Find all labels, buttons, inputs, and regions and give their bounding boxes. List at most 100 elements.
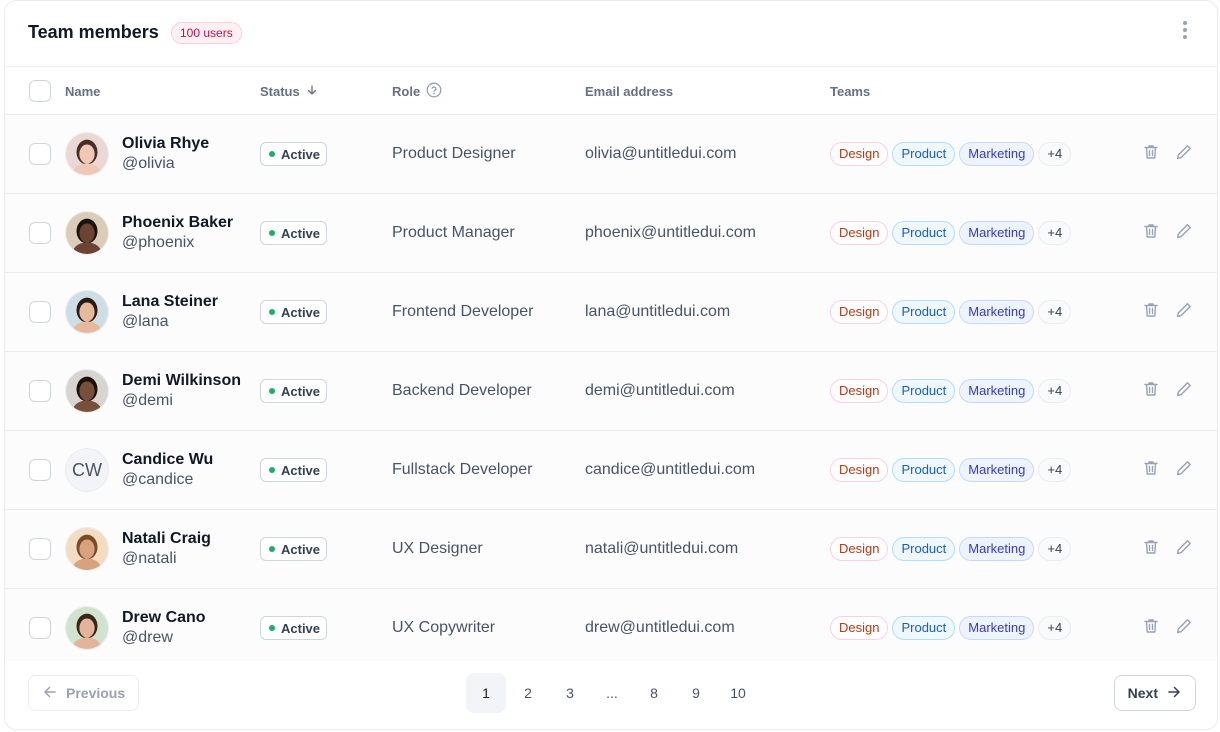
status-dot [269, 309, 275, 315]
table-row[interactable]: Drew Cano @drew Active UX Copywriter drew@un… [5, 589, 1217, 668]
teams-cell: Design Product Marketing +4 [830, 115, 1075, 193]
user-cell: CW Candice Wu @candice [65, 431, 213, 509]
more-options-button[interactable] [1177, 19, 1193, 41]
row-checkbox[interactable] [29, 538, 51, 560]
email-cell: drew@untitledui.com [585, 589, 735, 667]
table-row[interactable]: Phoenix Baker @phoenix Active Product Manag… [5, 194, 1217, 273]
status-badge: Active [260, 458, 328, 482]
role-cell: Product Designer [392, 115, 516, 193]
actions-cell [1139, 194, 1196, 272]
table-row[interactable]: CW Candice Wu @candice Active Fullstack Deve… [5, 431, 1217, 510]
edit-button[interactable] [1172, 616, 1196, 640]
avatar [65, 211, 109, 255]
page-number[interactable]: 10 [718, 673, 758, 713]
status-cell: Active [260, 115, 328, 193]
team-tag-design: Design [830, 616, 889, 640]
role-text: Fullstack Developer [392, 461, 533, 478]
user-cell: Drew Cano @drew [65, 589, 206, 667]
avatar [65, 369, 109, 413]
status-dot [269, 388, 275, 394]
status-cell: Active [260, 431, 328, 509]
delete-button[interactable] [1139, 379, 1163, 403]
team-tag-marketing: Marketing [959, 616, 1035, 640]
row-checkbox[interactable] [29, 143, 51, 165]
user-handle: @candice [122, 471, 194, 488]
column-teams[interactable]: Teams [830, 67, 870, 115]
delete-button[interactable] [1139, 142, 1163, 166]
column-status[interactable]: Status [260, 67, 318, 115]
team-tag-more: +4 [1038, 221, 1072, 245]
page-number[interactable]: 8 [634, 673, 674, 713]
role-text: Product Designer [392, 145, 516, 162]
pencil-icon [1175, 143, 1193, 166]
role-text: Frontend Developer [392, 303, 534, 320]
avatar [65, 606, 109, 650]
delete-button[interactable] [1139, 537, 1163, 561]
avatar: CW [65, 448, 109, 492]
page-number[interactable]: 9 [676, 673, 716, 713]
page-number[interactable]: 1 [466, 673, 506, 713]
help-circle-icon[interactable] [426, 82, 442, 101]
trash-icon [1142, 301, 1160, 324]
page-number[interactable]: 2 [508, 673, 548, 713]
status-cell: Active [260, 352, 328, 430]
status-dot [269, 546, 275, 552]
delete-button[interactable] [1139, 221, 1163, 245]
teams-cell: Design Product Marketing +4 [830, 431, 1075, 509]
status-badge: Active [260, 379, 328, 403]
user-handle: @demi [122, 392, 173, 409]
table-row[interactable]: Lana Steiner @lana Active Frontend Develope… [5, 273, 1217, 352]
row-checkbox[interactable] [29, 617, 51, 639]
status-dot [269, 467, 275, 473]
delete-button[interactable] [1139, 616, 1163, 640]
table-row[interactable]: Demi Wilkinson @demi Active Backend Develop… [5, 352, 1217, 431]
row-checkbox[interactable] [29, 301, 51, 323]
role-cell: Fullstack Developer [392, 431, 533, 509]
delete-button[interactable] [1139, 458, 1163, 482]
page-ellipsis: ... [606, 685, 618, 701]
table-header: Name Status Role Email address Teams [5, 67, 1217, 115]
column-name[interactable]: Name [65, 67, 100, 115]
column-role[interactable]: Role [392, 67, 442, 115]
email-cell: candice@untitledui.com [585, 431, 755, 509]
team-tag-design: Design [830, 221, 889, 245]
team-tag-more: +4 [1038, 537, 1072, 561]
delete-button[interactable] [1139, 300, 1163, 324]
page-number[interactable]: 3 [550, 673, 590, 713]
status-label: Active [281, 383, 321, 399]
edit-button[interactable] [1172, 142, 1196, 166]
row-checkbox[interactable] [29, 380, 51, 402]
team-tag-design: Design [830, 537, 889, 561]
team-tag-design: Design [830, 300, 889, 324]
user-cell: Natali Craig @natali [65, 510, 211, 588]
row-checkbox[interactable] [29, 459, 51, 481]
next-button[interactable]: Next [1113, 675, 1196, 711]
team-tag-more: +4 [1038, 616, 1072, 640]
edit-button[interactable] [1172, 537, 1196, 561]
email-text: phoenix@untitledui.com [585, 224, 757, 241]
row-checkbox[interactable] [29, 222, 51, 244]
edit-button[interactable] [1172, 221, 1196, 245]
card-header: Team members 100 users [5, 1, 1217, 67]
user-name: Olivia Rhye [122, 135, 210, 152]
pencil-icon [1175, 538, 1193, 561]
team-tag-more: +4 [1038, 142, 1072, 166]
user-handle: @phoenix [122, 234, 195, 251]
previous-button[interactable]: Previous [28, 675, 140, 711]
column-email[interactable]: Email address [585, 67, 673, 115]
select-all-checkbox[interactable] [29, 80, 51, 102]
edit-button[interactable] [1172, 379, 1196, 403]
email-cell: lana@untitledui.com [585, 273, 730, 351]
row-select-cell [29, 431, 51, 509]
row-select-cell [29, 510, 51, 588]
table-row[interactable]: Olivia Rhye @olivia Active Product Designer… [5, 115, 1217, 194]
edit-button[interactable] [1172, 300, 1196, 324]
status-dot [269, 151, 275, 157]
row-select-cell [29, 194, 51, 272]
status-label: Active [281, 620, 321, 636]
edit-button[interactable] [1172, 458, 1196, 482]
table-row[interactable]: Natali Craig @natali Active UX Designer nata… [5, 510, 1217, 589]
pagination: Previous 1 2 3... 8 9 10 Next [5, 661, 1217, 729]
user-text: Demi Wilkinson @demi [122, 372, 241, 410]
user-cell: Demi Wilkinson @demi [65, 352, 241, 430]
